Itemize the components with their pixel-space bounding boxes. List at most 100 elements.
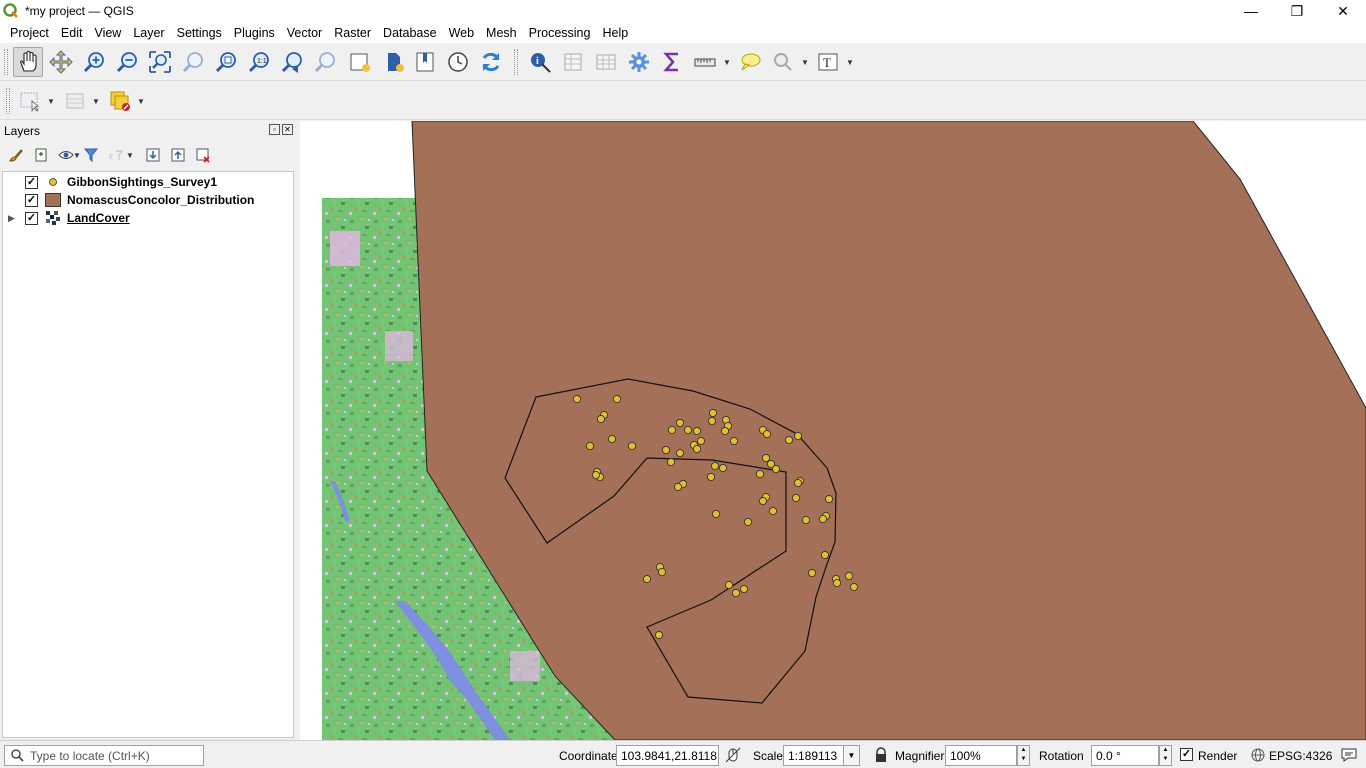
zoom-to-selection-button[interactable] <box>178 47 208 77</box>
deselect-all-dropdown-caret[interactable]: ▼ <box>137 97 145 106</box>
new-3d-map-view-icon <box>388 53 404 72</box>
coordinate-field[interactable]: 103.9841,21.8118 <box>616 745 719 766</box>
mouse-extents-icon <box>725 747 741 763</box>
open-layer-styling-button[interactable] <box>6 145 26 165</box>
qgis-logo-icon <box>3 3 18 18</box>
open-field-calculator-button[interactable] <box>591 47 621 77</box>
select-by-location-button[interactable] <box>768 47 798 77</box>
measure-dropdown-caret[interactable]: ▼ <box>723 58 731 67</box>
select-features-icon <box>20 92 40 113</box>
select-dropdown-caret[interactable]: ▼ <box>47 97 55 106</box>
annotation-dropdown-caret[interactable]: ▼ <box>846 58 854 67</box>
scale-label: Scale <box>753 749 784 763</box>
expand-arrow-icon[interactable]: ▶ <box>8 213 15 224</box>
menu-edit[interactable]: Edit <box>55 26 89 40</box>
toolbar-grip[interactable] <box>6 88 10 114</box>
remove-layer-button[interactable] <box>193 145 213 165</box>
toolbar-grip[interactable] <box>514 49 518 75</box>
lock-scale-button[interactable] <box>872 746 890 764</box>
rotation-label: Rotation <box>1039 749 1084 763</box>
lock-icon <box>876 747 886 762</box>
crs-button[interactable] <box>1249 746 1267 764</box>
scale-dropdown-button[interactable]: ▼ <box>843 745 860 766</box>
layer-row-landcover[interactable]: ▶ ✓ LandCover <box>3 209 293 227</box>
toolbar-grip[interactable] <box>4 49 8 75</box>
menu-bar: Project Edit View Layer Settings Plugins… <box>0 22 1366 43</box>
menu-help[interactable]: Help <box>596 26 634 40</box>
zoom-to-layer-button[interactable] <box>211 47 241 77</box>
zoom-next-button[interactable] <box>310 47 340 77</box>
map-svg[interactable] <box>300 121 1366 740</box>
identify-features-button[interactable]: i <box>525 47 555 77</box>
add-group-button[interactable] <box>31 145 51 165</box>
menu-project[interactable]: Project <box>4 26 55 40</box>
toggle-extents-button[interactable] <box>724 746 742 764</box>
zoom-native-button[interactable]: 1:1 <box>244 47 274 77</box>
menu-view[interactable]: View <box>88 26 127 40</box>
layer-visibility-checkbox[interactable]: ✓ <box>25 193 38 207</box>
magnifier-field[interactable]: 100% <box>945 745 1017 766</box>
temporal-controller-button[interactable] <box>443 47 473 77</box>
filter-legend-button[interactable] <box>81 145 101 165</box>
locator-search-field[interactable]: Type to locate (Ctrl+K) <box>4 745 204 766</box>
select-features-button[interactable] <box>15 86 45 116</box>
messages-button[interactable] <box>1340 746 1358 764</box>
filter-by-expression-button[interactable]: ε <box>106 145 126 165</box>
menu-processing[interactable]: Processing <box>523 26 597 40</box>
deselect-dropdown-caret[interactable]: ▼ <box>92 97 100 106</box>
deselect-button[interactable] <box>60 86 90 116</box>
text-annotation-button[interactable]: T <box>813 47 843 77</box>
menu-settings[interactable]: Settings <box>171 26 228 40</box>
map-tips-button[interactable] <box>735 47 765 77</box>
zoom-out-button[interactable] <box>112 47 142 77</box>
zoom-in-button[interactable] <box>79 47 109 77</box>
new-bookmark-button[interactable] <box>410 47 440 77</box>
new-3d-map-view-button[interactable] <box>379 47 409 77</box>
layer-visibility-checkbox[interactable]: ✓ <box>25 211 38 225</box>
menu-plugins[interactable]: Plugins <box>228 26 281 40</box>
menu-raster[interactable]: Raster <box>328 26 377 40</box>
rotation-field[interactable]: 0.0 ° <box>1091 745 1159 766</box>
crs-label[interactable]: EPSG:4326 <box>1269 749 1332 763</box>
menu-mesh[interactable]: Mesh <box>480 26 523 40</box>
zoom-in-icon <box>83 52 104 73</box>
minimize-button[interactable]: — <box>1228 0 1274 22</box>
collapse-all-button[interactable] <box>168 145 188 165</box>
layer-row-gibbon-sightings[interactable]: ✓ GibbonSightings_Survey1 <box>3 173 293 191</box>
refresh-icon <box>482 52 500 72</box>
pan-to-selection-button[interactable] <box>46 47 76 77</box>
menu-web[interactable]: Web <box>443 26 480 40</box>
float-panel-button[interactable]: ▫ <box>269 124 280 135</box>
zoom-to-layer-icon <box>215 52 236 73</box>
pan-map-button[interactable] <box>13 47 43 77</box>
menu-database[interactable]: Database <box>377 26 443 40</box>
map-canvas[interactable] <box>300 121 1366 740</box>
menu-layer[interactable]: Layer <box>127 26 170 40</box>
select-dropdown-caret[interactable]: ▼ <box>801 58 809 67</box>
magnifier-spinner[interactable]: ▲ ▼ <box>1017 745 1030 766</box>
restore-button[interactable]: ❐ <box>1274 0 1320 22</box>
rotation-spinner[interactable]: ▲ ▼ <box>1159 745 1172 766</box>
layer-visibility-checkbox[interactable]: ✓ <box>25 175 38 189</box>
deselect-icon <box>66 93 84 109</box>
scale-field[interactable]: 1:189113 <box>783 745 843 766</box>
zoom-full-button[interactable] <box>145 47 175 77</box>
close-panel-button[interactable]: ✕ <box>282 124 293 135</box>
toolbox-button[interactable] <box>624 47 654 77</box>
open-attribute-table-button[interactable] <box>558 47 588 77</box>
deselect-all-button[interactable] <box>105 86 135 116</box>
new-map-view-button[interactable] <box>345 47 375 77</box>
refresh-button[interactable] <box>476 47 506 77</box>
point-symbol-icon <box>45 174 61 190</box>
expression-dropdown-caret[interactable]: ▼ <box>126 151 134 160</box>
polygon-symbol-icon <box>45 192 61 208</box>
statistical-summary-button[interactable] <box>657 47 687 77</box>
measure-button[interactable] <box>690 47 720 77</box>
layer-row-nomascus-distribution[interactable]: ✓ NomascusConcolor_Distribution <box>3 191 293 209</box>
visibility-dropdown-caret[interactable]: ▼ <box>73 151 81 160</box>
close-button[interactable]: ✕ <box>1320 0 1366 22</box>
zoom-last-button[interactable] <box>277 47 307 77</box>
menu-vector[interactable]: Vector <box>281 26 328 40</box>
render-checkbox[interactable]: ✓ <box>1180 748 1193 761</box>
expand-all-button[interactable] <box>143 145 163 165</box>
